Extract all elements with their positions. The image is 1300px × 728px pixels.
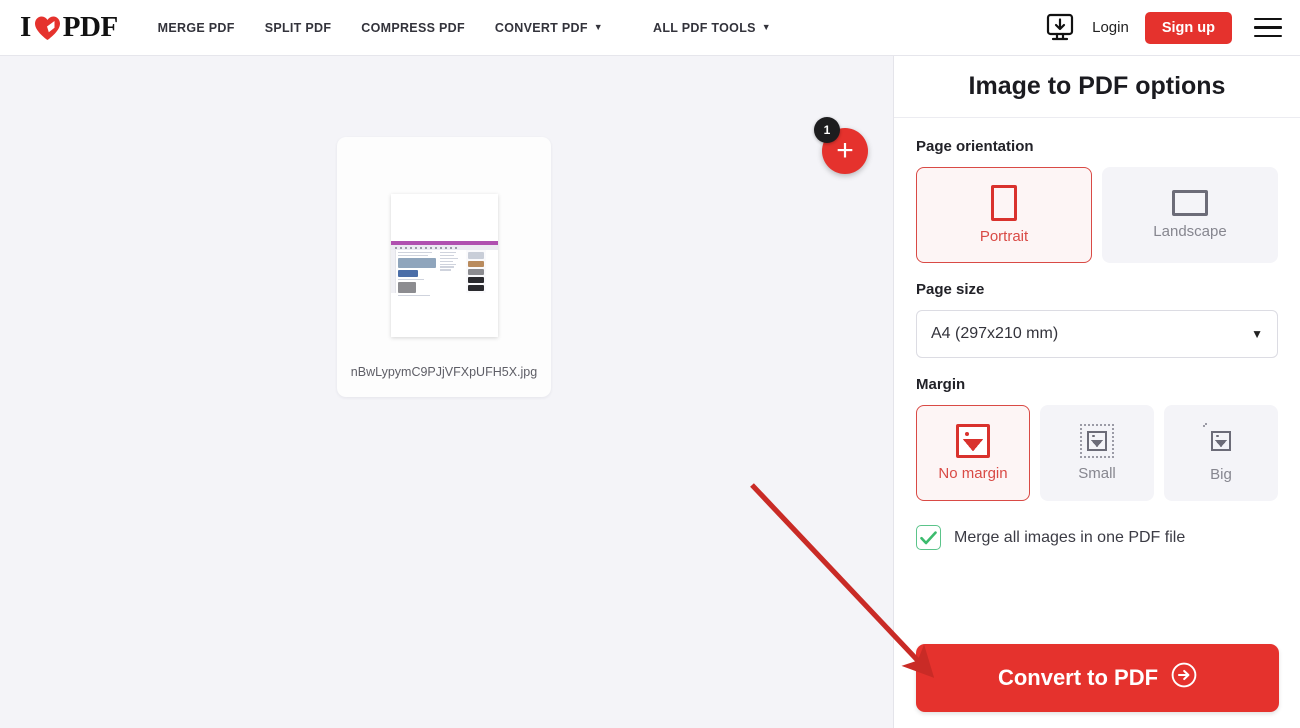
portrait-rect-icon <box>991 184 1017 221</box>
ilovepdf-logo[interactable]: I PDF <box>20 11 118 44</box>
thumbnail-column-main <box>396 250 438 297</box>
orientation-option-portrait[interactable]: Portrait <box>916 167 1092 263</box>
hamburger-line <box>1254 26 1282 29</box>
margin-small-label: Small <box>1078 464 1116 482</box>
convert-button-label: Convert to PDF <box>997 665 1159 690</box>
options-panel: Image to PDF options Page orientation Po… <box>893 56 1300 728</box>
hamburger-line <box>1254 17 1282 21</box>
file-thumbnail <box>390 194 498 337</box>
convert-to-pdf-button[interactable]: Convert to PDF <box>916 644 1279 712</box>
header-actions: Login Sign up <box>1044 11 1282 44</box>
merge-images-checkbox[interactable] <box>916 525 941 550</box>
thumbnail-content <box>390 250 498 297</box>
logo-text-pdf: PDF <box>62 11 118 43</box>
arrow-right-circle-icon <box>1171 662 1197 694</box>
orientation-option-landscape[interactable]: Landscape <box>1102 167 1278 263</box>
desktop-download-icon[interactable] <box>1044 13 1076 43</box>
chevron-down-icon: ▼ <box>1251 327 1263 341</box>
nav-all-pdf-tools-label: ALL PDF TOOLS <box>653 20 756 35</box>
thumbnail-toolbar <box>390 245 498 250</box>
margin-big-label: Big <box>1210 465 1232 483</box>
nav-all-pdf-tools[interactable]: ALL PDF TOOLS ▼ <box>653 21 771 35</box>
landscape-rect-icon <box>1172 189 1208 216</box>
image-no-margin-icon <box>956 423 990 458</box>
thumbnail-screenshot <box>390 241 498 297</box>
merge-images-checkbox-row[interactable]: Merge all images in one PDF file <box>916 525 1278 550</box>
image-big-margin-icon <box>1203 422 1239 459</box>
file-workspace: nBwLypymC9PJjVFXpUFH5X.jpg + 1 <box>0 56 893 728</box>
merge-images-label: Merge all images in one PDF file <box>954 528 1186 546</box>
nav-split-pdf[interactable]: SPLIT PDF <box>265 21 332 35</box>
panel-body: Page orientation Portrait Landscape Page… <box>894 118 1300 550</box>
margin-option-no-margin[interactable]: No margin <box>916 405 1030 501</box>
plus-icon: + <box>836 134 854 167</box>
app-root: I PDF MERGE PDF SPLIT PDF COMPRESS PDF C… <box>0 0 1300 728</box>
hamburger-menu-icon[interactable] <box>1254 17 1282 38</box>
nav-convert-pdf-label: CONVERT PDF <box>494 20 588 35</box>
orientation-portrait-label: Portrait <box>979 227 1029 245</box>
nav-merge-pdf[interactable]: MERGE PDF <box>158 21 235 35</box>
chevron-down-icon: ▼ <box>593 22 604 32</box>
file-name-label: nBwLypymC9PJjVFXpUFH5X.jpg <box>350 365 538 379</box>
page-size-selected-value: A4 (297x210 mm) <box>931 325 1059 342</box>
nav-compress-pdf-label: COMPRESS PDF <box>361 20 465 35</box>
site-header: I PDF MERGE PDF SPLIT PDF COMPRESS PDF C… <box>0 0 1300 56</box>
margin-option-small[interactable]: Small <box>1040 405 1154 501</box>
margin-no-margin-label: No margin <box>938 464 1008 482</box>
heart-icon <box>34 15 61 41</box>
margin-option-big[interactable]: Big <box>1164 405 1278 501</box>
check-icon <box>920 530 937 544</box>
signup-button[interactable]: Sign up <box>1144 11 1232 44</box>
page-orientation-label: Page orientation <box>916 138 1034 155</box>
file-count-badge: 1 <box>814 117 840 143</box>
orientation-landscape-label: Landscape <box>1153 222 1227 240</box>
margin-label: Margin <box>916 376 966 393</box>
page-size-label: Page size <box>916 281 985 298</box>
nav-split-pdf-label: SPLIT PDF <box>264 20 332 35</box>
nav-compress-pdf[interactable]: COMPRESS PDF <box>361 21 465 35</box>
nav-merge-pdf-label: MERGE PDF <box>157 20 235 35</box>
hamburger-line <box>1254 34 1282 38</box>
login-link[interactable]: Login <box>1092 19 1129 36</box>
nav-convert-pdf[interactable]: CONVERT PDF ▼ <box>495 21 603 35</box>
file-card[interactable]: nBwLypymC9PJjVFXpUFH5X.jpg <box>337 137 551 397</box>
page-size-select[interactable]: A4 (297x210 mm) ▼ <box>916 310 1278 358</box>
logo-text-i: I <box>20 11 31 43</box>
chevron-down-icon: ▼ <box>761 22 771 32</box>
page-orientation-options: Portrait Landscape <box>916 167 1278 263</box>
panel-title: Image to PDF options <box>894 56 1300 118</box>
image-small-margin-icon <box>1080 423 1114 458</box>
thumbnail-column-thumbs <box>465 250 486 293</box>
margin-options: No margin Small Big <box>916 405 1278 501</box>
main-nav: MERGE PDF SPLIT PDF COMPRESS PDF CONVERT… <box>158 21 771 35</box>
thumbnail-column-side <box>438 250 466 293</box>
